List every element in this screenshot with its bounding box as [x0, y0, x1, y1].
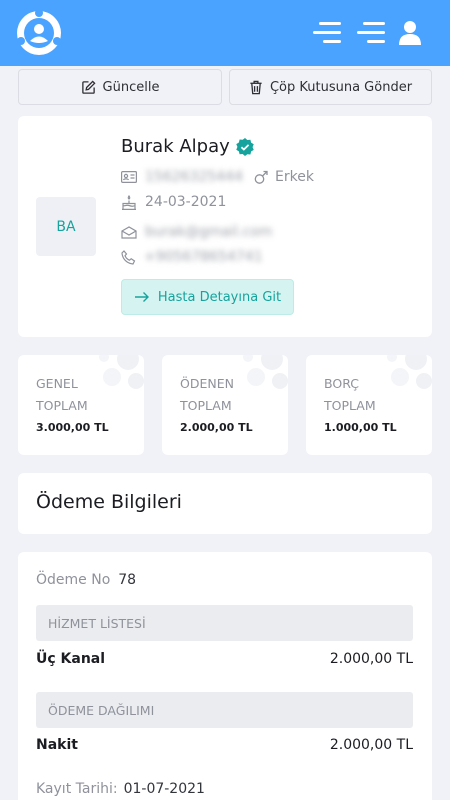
payment-detail-card: Ödeme No 78 HİZMET LİSTESİ Üç Kanal 2.000…	[18, 552, 432, 800]
user-icon[interactable]	[398, 20, 422, 46]
patient-profile-card: BA Burak Alpay 15626325444 Erkek 24-03-2…	[18, 116, 432, 337]
record-date-row: Kayıt Tarihi: 01-07-2021	[36, 781, 205, 797]
update-button-label: Güncelle	[102, 79, 160, 95]
avatar: BA	[36, 197, 96, 256]
edit-icon	[81, 79, 96, 94]
distribution-method: Nakit	[36, 737, 78, 753]
id-card-icon	[121, 171, 137, 183]
services-section-header: HİZMET LİSTESİ	[36, 605, 413, 641]
patient-name: Burak Alpay	[121, 136, 230, 157]
mail-icon	[121, 225, 137, 239]
trash-icon	[250, 80, 262, 94]
payment-number-label: Ödeme No	[36, 572, 111, 588]
logo-icon[interactable]	[16, 10, 62, 56]
phone-row: +905678654741	[121, 249, 263, 265]
stat-value: 2.000,00 TL	[180, 421, 253, 434]
menu-icon[interactable]	[357, 21, 387, 45]
gender-row: Erkek	[254, 169, 314, 185]
record-date-value: 01-07-2021	[123, 781, 205, 797]
stat-card-debt-total: BORÇ TOPLAM 1.000,00 TL	[306, 355, 432, 455]
gender-value: Erkek	[275, 169, 314, 185]
birth-date: 24-03-2021	[145, 194, 227, 210]
stat-value: 1.000,00 TL	[324, 421, 397, 434]
stat-value: 3.000,00 TL	[36, 421, 109, 434]
menu-icon[interactable]	[313, 21, 343, 45]
top-app-bar	[0, 0, 450, 66]
id-number-row: 15626325444	[121, 169, 243, 185]
email-row: burak@gmail.com	[121, 224, 272, 240]
update-button[interactable]: Güncelle	[18, 69, 222, 105]
gender-icon	[254, 170, 268, 184]
distribution-amount: 2.000,00 TL	[329, 737, 413, 753]
service-name: Üç Kanal	[36, 651, 106, 667]
record-date-label: Kayıt Tarihi:	[36, 781, 118, 797]
stat-card-paid-total: ÖDENEN TOPLAM 2.000,00 TL	[162, 355, 288, 455]
phone: +905678654741	[144, 249, 263, 265]
stat-label: BORÇ TOPLAM	[324, 376, 376, 413]
phone-icon	[121, 249, 136, 265]
verified-icon	[236, 137, 254, 156]
stat-card-general-total: GENEL TOPLAM 3.000,00 TL	[18, 355, 144, 455]
action-bar: Güncelle Çöp Kutusuna Gönder	[0, 66, 450, 106]
cake-icon	[122, 194, 136, 210]
arrow-right-icon	[134, 292, 149, 302]
distribution-section-header: ÖDEME DAĞILIMI	[36, 692, 413, 728]
payment-number-value: 78	[118, 572, 137, 588]
stat-label: ÖDENEN TOPLAM	[180, 376, 234, 413]
email: burak@gmail.com	[145, 224, 273, 240]
payment-info-header-card: Ödeme Bilgileri	[18, 473, 432, 534]
go-to-patient-detail-button[interactable]: Hasta Detayına Git	[121, 279, 294, 315]
birth-date-row: 24-03-2021	[121, 194, 226, 210]
payment-number-row: Ödeme No 78	[36, 572, 136, 588]
service-amount: 2.000,00 TL	[329, 651, 413, 667]
stat-label: GENEL TOPLAM	[36, 376, 88, 413]
send-to-trash-button[interactable]: Çöp Kutusuna Gönder	[229, 69, 432, 105]
id-number: 15626325444	[145, 169, 243, 185]
payment-info-title: Ödeme Bilgileri	[36, 491, 182, 513]
go-to-patient-detail-label: Hasta Detayına Git	[157, 289, 282, 305]
patient-name-row: Burak Alpay	[121, 136, 254, 157]
send-to-trash-label: Çöp Kutusuna Gönder	[269, 79, 413, 95]
